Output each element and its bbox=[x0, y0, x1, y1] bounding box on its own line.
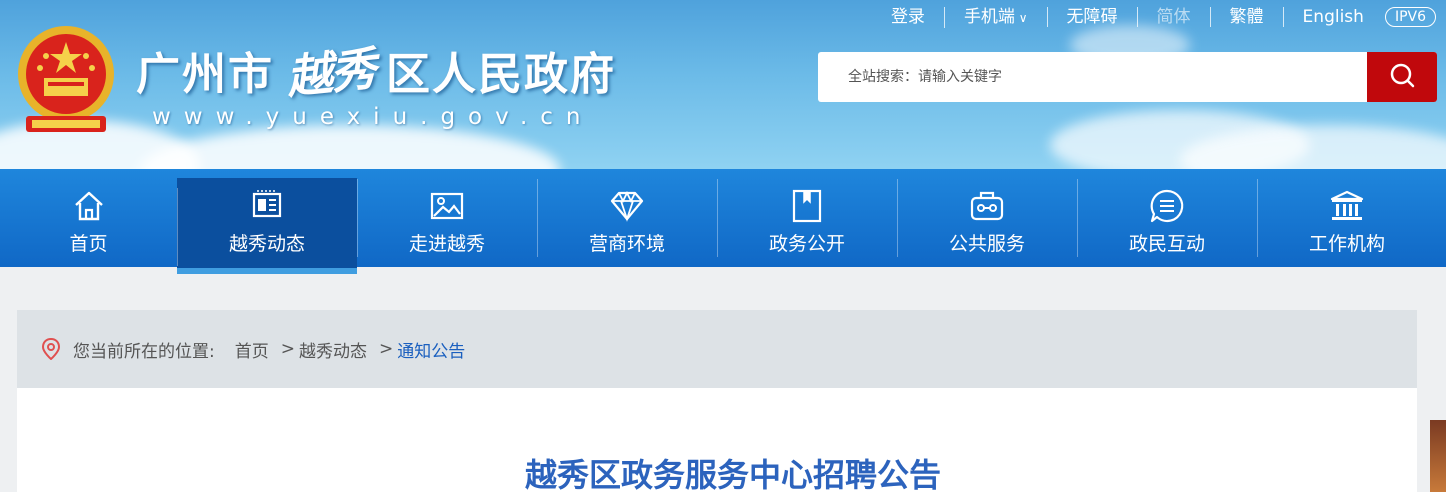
nav-item-explore[interactable]: 走进越秀 bbox=[357, 169, 537, 267]
cloud-decoration bbox=[140, 125, 560, 169]
breadcrumb-news[interactable]: 越秀动态 bbox=[299, 337, 367, 362]
nav-item-interaction[interactable]: 政民互动 bbox=[1077, 169, 1257, 267]
main-nav: 首页 越秀动态 走进越秀 营商环境 政务公开 公共服务 政民互动 工作机构 bbox=[0, 169, 1446, 274]
search-button[interactable] bbox=[1367, 52, 1437, 102]
site-name-calligraphy: 越秀 bbox=[283, 41, 377, 105]
nav-label: 政民互动 bbox=[1128, 233, 1205, 255]
breadcrumb: 您当前所在的位置: 首页 > 越秀动态 > 通知公告 bbox=[17, 310, 1417, 388]
site-name-suffix: 区人民政府 bbox=[386, 49, 616, 100]
breadcrumb-home[interactable]: 首页 bbox=[235, 337, 269, 362]
site-search bbox=[818, 52, 1437, 102]
nav-item-public-service[interactable]: 公共服务 bbox=[897, 169, 1077, 267]
nav-item-institutions[interactable]: 工作机构 bbox=[1257, 169, 1437, 267]
breadcrumb-separator: > bbox=[378, 339, 394, 359]
traditional-chinese-link[interactable]: 繁體 bbox=[1209, 7, 1283, 27]
home-icon bbox=[72, 189, 106, 223]
picture-icon bbox=[429, 189, 465, 223]
nav-label: 越秀动态 bbox=[228, 233, 305, 255]
nav-item-news[interactable]: 越秀动态 bbox=[177, 178, 357, 274]
simplified-chinese-link[interactable]: 简体 bbox=[1136, 7, 1210, 27]
article-panel: 越秀区政务服务中心招聘公告 bbox=[17, 388, 1417, 492]
national-emblem-icon bbox=[12, 22, 120, 140]
accessibility-link[interactable]: 无障碍 bbox=[1046, 7, 1137, 27]
ipv6-badge: IPV6 bbox=[1384, 7, 1436, 27]
nav-label: 政务公开 bbox=[768, 233, 845, 255]
nav-label: 工作机构 bbox=[1308, 233, 1385, 255]
nav-label: 营商环境 bbox=[588, 233, 665, 255]
folder-icon bbox=[790, 189, 824, 223]
login-link[interactable]: 登录 bbox=[872, 7, 944, 27]
mobile-link[interactable]: 手机端 bbox=[943, 6, 1047, 28]
site-name-prefix: 广州市 bbox=[136, 49, 274, 100]
site-name: 广州市 越秀 区人民政府 bbox=[136, 40, 616, 105]
side-decoration bbox=[1430, 420, 1446, 492]
search-icon bbox=[1388, 61, 1416, 93]
nav-label: 走进越秀 bbox=[408, 233, 485, 255]
search-input[interactable] bbox=[818, 52, 1367, 102]
chat-icon bbox=[1149, 189, 1185, 223]
nav-item-business[interactable]: 营商环境 bbox=[537, 169, 717, 267]
site-url: www.yuexiu.gov.cn bbox=[152, 104, 594, 130]
nav-label: 公共服务 bbox=[948, 233, 1025, 255]
breadcrumb-current[interactable]: 通知公告 bbox=[397, 337, 465, 362]
news-icon bbox=[249, 189, 285, 223]
location-pin-icon bbox=[41, 338, 61, 360]
nav-label: 首页 bbox=[69, 233, 108, 255]
briefcase-icon bbox=[969, 189, 1005, 223]
institution-icon bbox=[1329, 189, 1365, 223]
nav-item-gov-affairs[interactable]: 政务公开 bbox=[717, 169, 897, 267]
breadcrumb-separator: > bbox=[280, 339, 295, 359]
site-banner: 广州市 越秀 区人民政府 www.yuexiu.gov.cn 登录 手机端 无障… bbox=[0, 0, 1446, 169]
nav-item-home[interactable]: 首页 bbox=[0, 169, 177, 267]
english-link[interactable]: English bbox=[1282, 7, 1383, 27]
diamond-icon bbox=[609, 189, 645, 223]
article-title: 越秀区政务服务中心招聘公告 bbox=[524, 456, 941, 492]
breadcrumb-prefix: 您当前所在的位置: bbox=[73, 341, 215, 362]
top-links: 登录 手机端 无障碍 简体 繁體 English IPV6 bbox=[872, 4, 1436, 30]
